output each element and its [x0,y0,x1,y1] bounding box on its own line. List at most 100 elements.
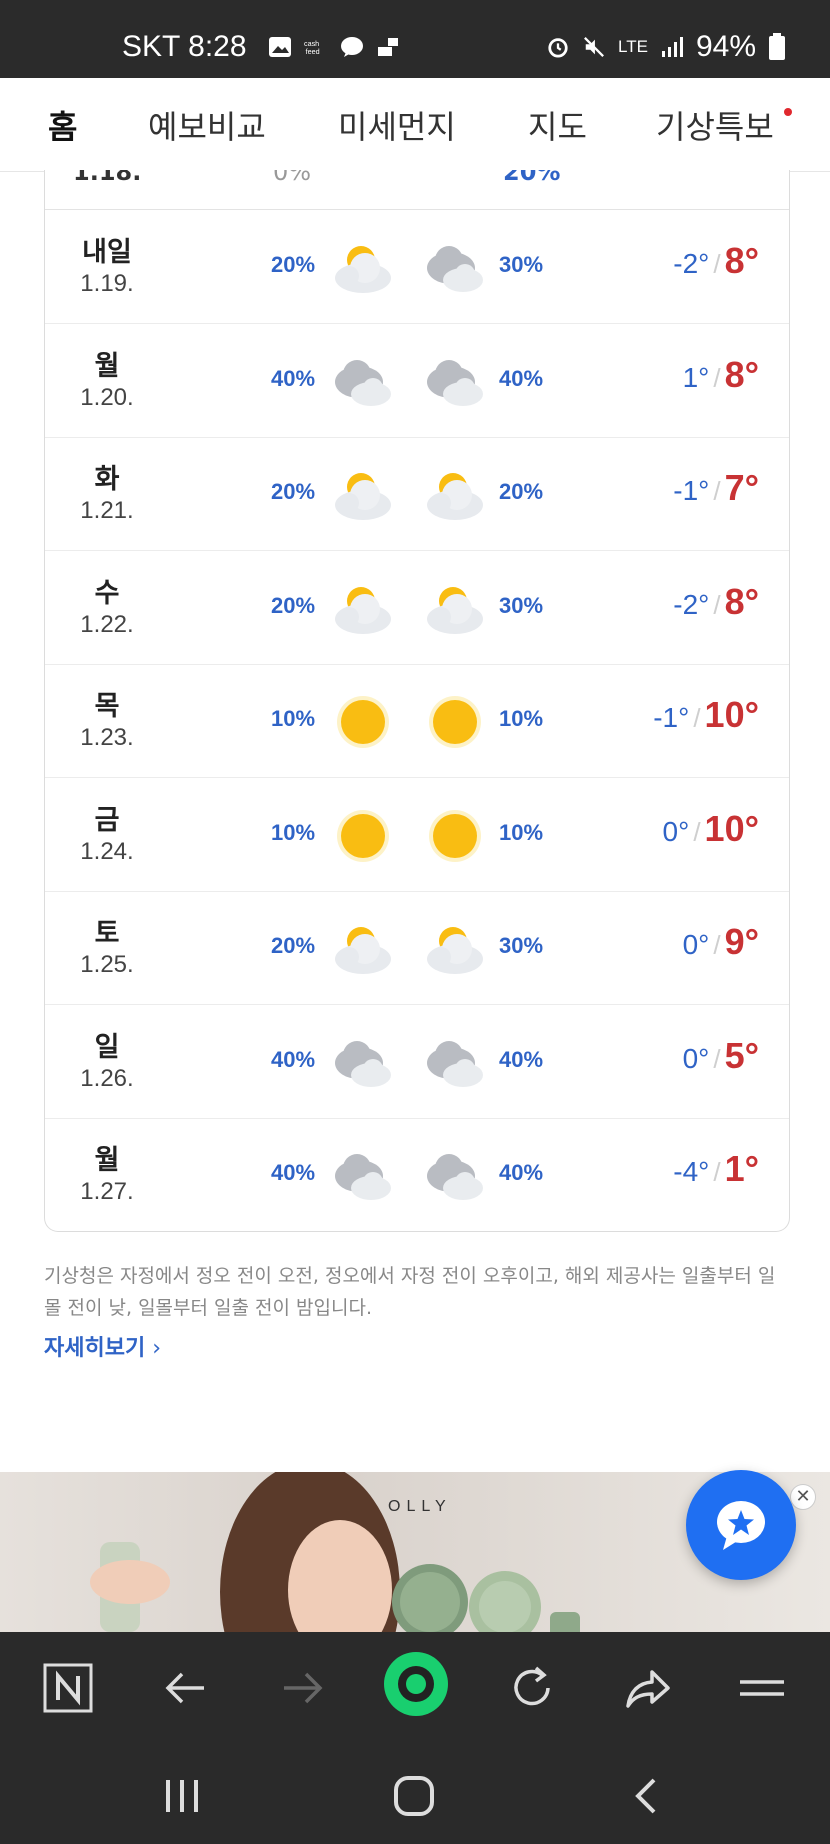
temperature-range: -2°/8° [673,581,759,623]
temp-separator: / [693,703,701,733]
temperature-range: -1°/10° [653,694,759,736]
sunny-icon [331,692,395,752]
forward-arrow-icon[interactable] [274,1660,330,1716]
tab-forecast-compare[interactable]: 예보비교 [148,102,266,148]
partly-cloudy-icon [331,238,395,298]
temp-separator: / [713,1157,721,1187]
signal-icon [661,37,683,57]
pm-precip-chance: 40% [499,1160,544,1185]
tab-map[interactable]: 지도 [528,102,587,148]
back-arrow-icon[interactable] [158,1660,214,1716]
max-temp: 1° [724,1148,759,1189]
temperature-range: -1°/7° [673,467,759,509]
am-precip-chance: 40% [271,1160,316,1185]
battery-icon [769,33,785,60]
partly-cloudy-icon [331,465,395,525]
gallery-icon [269,37,291,57]
chevron-right-icon: › [145,1336,161,1361]
cloudy-icon [423,238,487,298]
day-label: 일 [94,1031,120,1063]
max-temp: 8° [724,240,759,281]
partly-cloudy-icon [331,579,395,639]
mute-icon [584,37,605,57]
forecast-row: 토 1.25. 20% 30% 0°/9° [45,891,789,1005]
browser-toolbar [0,1632,830,1744]
cloudy-icon [331,1146,395,1206]
partly-cloudy-icon [423,465,487,525]
tab-weather-warning[interactable]: 기상특보 [656,102,774,148]
temp-separator: / [713,1043,721,1074]
temp-separator: / [713,249,721,279]
chatbot-fab-button[interactable] [686,1470,796,1580]
refresh-icon[interactable] [504,1660,560,1716]
forecast-note: 기상청은 자정에서 정오 전이 오전, 정오에서 자정 전이 오후이고, 해외 … [44,1265,776,1319]
date-label: 1.19. [80,270,134,297]
ad-product-image [392,1564,580,1632]
top-tabs: 홈 예보비교 미세먼지 지도 기상특보 [0,78,830,172]
partly-cloudy-icon [423,919,487,979]
partly-cloudy-icon [423,579,487,639]
menu-icon[interactable] [734,1660,790,1716]
cloudy-icon [331,352,395,412]
partly-cloudy-icon [331,919,395,979]
min-temp: -4° [673,1156,710,1187]
temp-separator: / [713,476,721,506]
am-precip-chance: 20% [271,252,316,277]
chat-star-icon [717,1501,765,1550]
min-temp: 0° [682,929,710,960]
min-temp: 1° [682,361,710,393]
temp-separator: / [713,589,721,620]
temperature-range: 1°/8° [683,354,759,396]
naver-home-icon[interactable] [40,1660,96,1716]
max-temp: 8° [724,353,759,395]
forecast-row: 금 1.24. 10% 10% 0°/10° [45,778,789,892]
day-label: 금 [94,804,120,836]
partial-forecast-row: 1.18. 0% 20% [45,170,789,210]
max-temp: 5° [724,1034,759,1076]
network-type: LTE [618,37,648,56]
am-precip-chance: 20% [271,933,316,958]
pm-precip-chance: 40% [499,1046,544,1072]
recent-apps-icon[interactable] [158,1772,206,1820]
more-details-link[interactable]: 자세히보기 › [44,1330,161,1362]
forecast-row: 월 1.20. 40% 40% 1°/8° [45,324,789,438]
carrier-time: SKT 8:28 [122,30,247,63]
day-label: 수 [94,577,120,609]
forecast-row: 내일 1.19. 20% 30% -2°/8° [45,210,789,324]
svg-text:feed: feed [306,47,320,56]
temperature-range: -2°/8° [673,240,759,282]
day-label: 월 [94,1145,120,1176]
temperature-range: 0°/9° [683,921,759,963]
temp-separator: / [713,362,721,393]
date-label: 1.22. [80,610,134,638]
ad-close-button[interactable]: ✕ [790,1484,816,1510]
tab-fine-dust[interactable]: 미세먼지 [338,102,456,148]
status-bar: SKT 8:28 cash feed LTE 94% [0,0,830,78]
tab-home[interactable]: 홈 [48,102,77,148]
min-temp: -2° [673,588,710,620]
pm-precip-chance: 30% [499,592,544,618]
temp-separator: / [693,816,701,847]
notification-icons: cash feed [268,36,400,58]
day-label: 내일 [82,237,132,268]
min-temp: -2° [673,248,710,279]
max-temp: 7° [724,467,759,508]
am-precip-chance: 20% [271,479,316,504]
system-back-icon[interactable] [624,1772,672,1820]
date-label: 1.26. [80,1064,134,1092]
date-label: 1.20. [80,383,134,411]
date-label: 1.25. [80,951,134,978]
day-label: 토 [94,918,120,949]
share-icon[interactable] [620,1660,676,1716]
home-icon[interactable] [390,1772,438,1820]
green-dot-button-icon[interactable] [382,1650,450,1718]
max-temp: 8° [724,580,759,622]
system-navigation-bar [0,1744,830,1844]
sunny-icon [331,806,395,866]
pm-precip-chance: 40% [499,365,544,391]
am-precip-chance: 40% [271,1046,316,1072]
partial-am-pct: 0% [273,170,312,186]
pm-precip-chance: 20% [499,479,544,504]
min-temp: -1° [673,475,710,506]
day-label: 월 [94,350,120,382]
